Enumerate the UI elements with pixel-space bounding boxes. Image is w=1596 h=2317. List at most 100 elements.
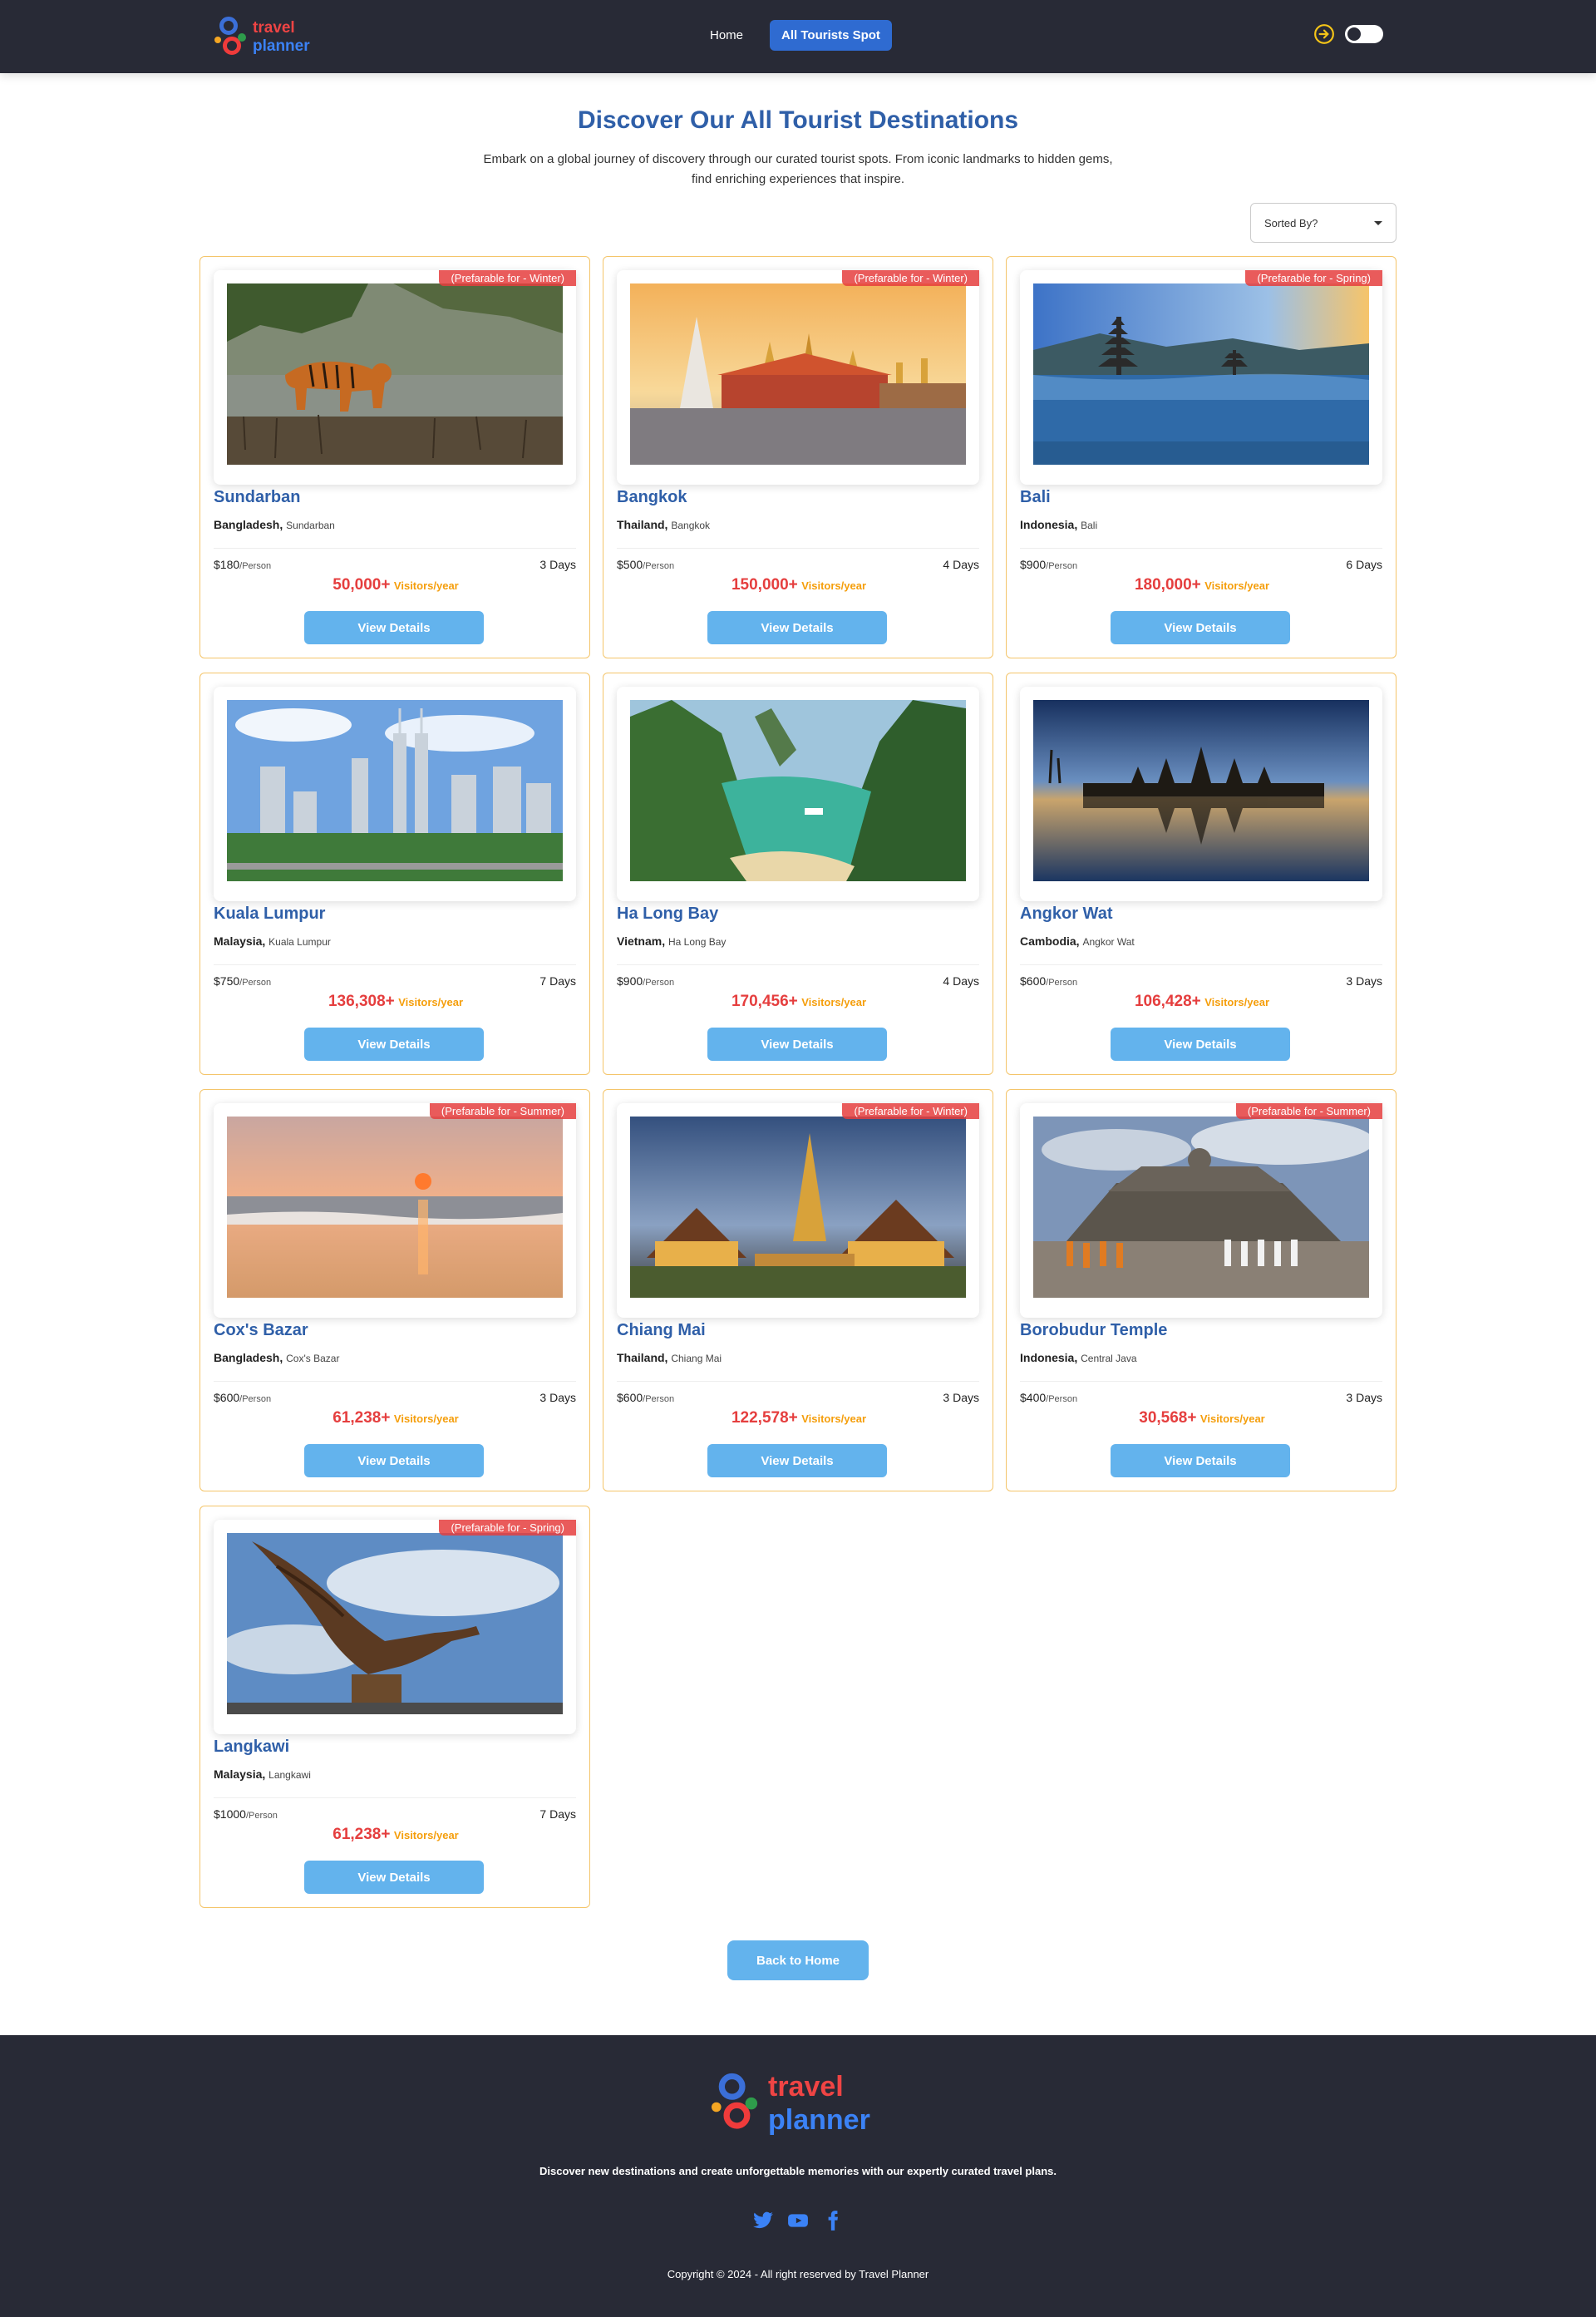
visitors-label: Visitors/year — [393, 1829, 459, 1841]
visitors-count: 150,000+ — [731, 576, 798, 594]
card-price: $600/Person — [214, 1391, 271, 1404]
card-divider — [214, 1797, 576, 1798]
card-title: Chiang Mai — [617, 1321, 706, 1339]
visitors-label: Visitors/year — [398, 996, 464, 1008]
card-area: Langkawi — [268, 1769, 311, 1781]
card-price: $180/Person — [214, 558, 271, 571]
card-price: $600/Person — [1020, 974, 1077, 988]
temple-icon — [630, 283, 966, 465]
nav-links: Home All Tourists Spot — [698, 20, 892, 51]
season-badge: (Prefarable for - Summer) — [1235, 1103, 1382, 1119]
card-price: $750/Person — [214, 974, 271, 988]
card-price: $900/Person — [1020, 558, 1077, 571]
copyright: Copyright © 2024 - All right reserved by… — [667, 2268, 929, 2280]
view-details-button[interactable]: View Details — [304, 1028, 484, 1061]
navbar: travel planner Home All Tourists Spot — [0, 0, 1596, 73]
card-location: Malaysia, Langkawi — [214, 1767, 311, 1781]
card-visitors: 122,578+ Visitors/year — [603, 1409, 994, 1427]
logo-text: travel planner — [253, 19, 310, 56]
nav-link-all-tourists-spot[interactable]: All Tourists Spot — [770, 20, 892, 51]
card-location: Indonesia, Central Java — [1020, 1351, 1137, 1364]
season-badge: (Prefarable for - Winter) — [439, 270, 576, 286]
card-country: Indonesia, — [1020, 518, 1078, 531]
card-location: Indonesia, Bali — [1020, 518, 1097, 531]
view-details-button[interactable]: View Details — [304, 1861, 484, 1894]
card-area: Bangkok — [671, 520, 711, 531]
view-details-button[interactable]: View Details — [707, 1444, 887, 1477]
card-divider — [1020, 548, 1382, 549]
destination-card: Angkor Wat Cambodia, Angkor Wat $600/Per… — [1006, 673, 1396, 1075]
login-icon[interactable] — [1313, 23, 1335, 45]
card-title: Bangkok — [617, 488, 687, 506]
price-unit: /Person — [643, 1394, 675, 1404]
page-title: Discover Our All Tourist Destinations — [577, 106, 1019, 134]
price-unit: /Person — [1046, 561, 1078, 571]
card-image-frame: (Prefarable for - Spring) — [1020, 270, 1382, 485]
price-value: $600 — [1020, 974, 1047, 988]
view-details-button[interactable]: View Details — [707, 1028, 887, 1061]
card-image-frame: (Prefarable for - Winter) — [214, 270, 576, 485]
visitors-label: Visitors/year — [1199, 1412, 1265, 1425]
card-title: Sundarban — [214, 488, 301, 506]
theme-toggle[interactable] — [1345, 25, 1383, 43]
skyline-icon — [227, 700, 563, 881]
destination-card: (Prefarable for - Summer) Borobudur Temp… — [1006, 1089, 1396, 1491]
card-divider — [617, 964, 979, 965]
card-location: Thailand, Chiang Mai — [617, 1351, 722, 1364]
facebook-icon[interactable] — [822, 2210, 844, 2231]
card-area: Central Java — [1081, 1353, 1137, 1364]
price-value: $1000 — [214, 1807, 246, 1821]
card-visitors: 61,238+ Visitors/year — [200, 1826, 591, 1844]
card-country: Cambodia, — [1020, 934, 1080, 948]
card-image-frame: (Prefarable for - Winter) — [617, 270, 979, 485]
footer: travel planner Discover new destinations… — [0, 2035, 1596, 2317]
logo-line2: planner — [253, 37, 310, 55]
view-details-button[interactable]: View Details — [1111, 611, 1290, 644]
view-details-button[interactable]: View Details — [304, 611, 484, 644]
card-title: Ha Long Bay — [617, 905, 719, 923]
view-details-button[interactable]: View Details — [304, 1444, 484, 1477]
card-location: Malaysia, Kuala Lumpur — [214, 934, 331, 948]
back-to-home-button[interactable]: Back to Home — [727, 1940, 869, 1980]
card-visitors: 30,568+ Visitors/year — [1007, 1409, 1397, 1427]
visitors-label: Visitors/year — [1204, 996, 1270, 1008]
card-divider — [617, 548, 979, 549]
card-country: Thailand, — [617, 1351, 668, 1364]
card-duration: 3 Days — [1346, 1391, 1382, 1404]
card-country: Bangladesh, — [214, 1351, 283, 1364]
card-visitors: 106,428+ Visitors/year — [1007, 993, 1397, 1011]
night-temple-icon — [630, 1117, 966, 1298]
tiger-river-icon — [227, 283, 563, 465]
card-country: Thailand, — [617, 518, 668, 531]
destination-card: (Prefarable for - Winter) Chiang Mai Tha… — [603, 1089, 993, 1491]
view-details-button[interactable]: View Details — [1111, 1444, 1290, 1477]
nav-link-home[interactable]: Home — [698, 20, 755, 51]
caret-down-icon — [1374, 220, 1382, 225]
stupa-monks-icon — [1033, 1117, 1369, 1298]
card-duration: 3 Days — [539, 1391, 576, 1404]
destinations-grid: (Prefarable for - Winter) Sundarban Bang… — [200, 256, 1396, 1908]
card-country: Malaysia, — [214, 1767, 266, 1781]
card-area: Angkor Wat — [1082, 936, 1135, 948]
price-unit: /Person — [1046, 1394, 1078, 1404]
view-details-button[interactable]: View Details — [1111, 1028, 1290, 1061]
footer-logo[interactable]: travel planner — [712, 2070, 870, 2137]
card-divider — [214, 964, 576, 965]
card-duration: 6 Days — [1346, 558, 1382, 571]
sort-dropdown[interactable]: Sorted By? — [1250, 203, 1396, 243]
view-details-button[interactable]: View Details — [707, 611, 887, 644]
site-logo[interactable]: travel planner — [214, 15, 310, 60]
twitter-icon[interactable] — [752, 2210, 774, 2231]
card-divider — [214, 1381, 576, 1382]
logo-line1: travel — [253, 19, 295, 37]
logo-icon — [712, 2071, 781, 2165]
season-badge: (Prefarable for - Spring) — [1245, 270, 1382, 286]
card-title: Kuala Lumpur — [214, 905, 326, 923]
price-unit: /Person — [1046, 978, 1078, 988]
price-unit: /Person — [643, 978, 675, 988]
visitors-count: 180,000+ — [1134, 576, 1201, 594]
card-visitors: 50,000+ Visitors/year — [200, 576, 591, 594]
destination-card: (Prefarable for - Winter) Sundarban Bang… — [200, 256, 590, 658]
destination-card: (Prefarable for - Winter) Bangkok Thaila… — [603, 256, 993, 658]
youtube-icon[interactable] — [787, 2210, 809, 2231]
